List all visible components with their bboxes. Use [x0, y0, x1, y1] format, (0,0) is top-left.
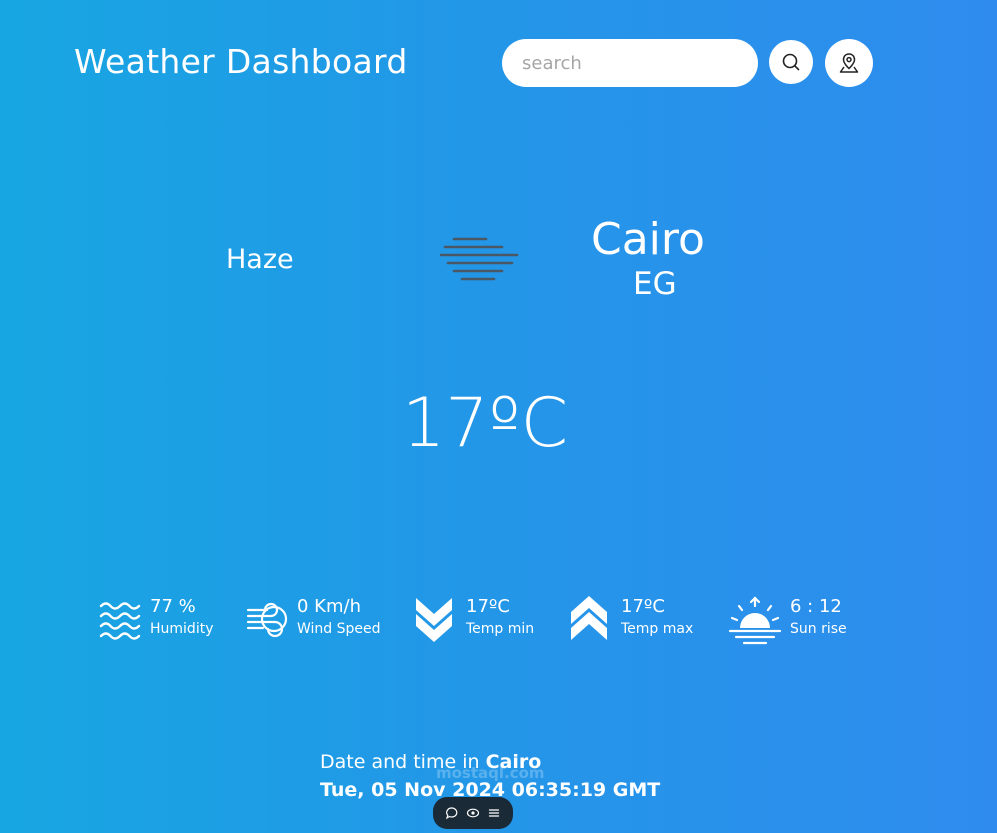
location-pin-icon — [839, 53, 859, 73]
comment-icon[interactable] — [445, 806, 459, 820]
temp-max-icon — [571, 596, 607, 640]
app-title: Weather Dashboard — [74, 42, 408, 81]
city-name: Cairo — [591, 214, 705, 265]
menu-icon[interactable] — [487, 806, 501, 820]
stat-wind-speed: 0 Km/h Wind Speed — [245, 596, 381, 642]
temp-min-value: 17ºC — [466, 596, 510, 617]
stat-humidity: 77 % Humidity — [98, 596, 213, 642]
sunrise-icon — [728, 596, 782, 645]
haze-icon — [439, 236, 520, 290]
search-icon — [782, 53, 800, 71]
sunrise-value: 6 : 12 — [790, 596, 842, 617]
watermark: mostaql.com — [436, 764, 545, 782]
temp-max-label: Temp max — [621, 621, 694, 637]
temp-min-icon — [416, 598, 452, 642]
stat-sunrise: 6 : 12 Sun rise — [728, 596, 847, 648]
country-code: EG — [633, 266, 677, 302]
stat-temp-min: 17ºC Temp min — [414, 596, 534, 642]
location-button[interactable] — [825, 39, 873, 87]
stat-temp-max: 17ºC Temp max — [569, 596, 693, 642]
search-input[interactable] — [502, 39, 758, 87]
eye-icon[interactable] — [466, 806, 480, 820]
weather-condition: Haze — [226, 244, 294, 275]
humidity-label: Humidity — [150, 621, 214, 637]
wind-icon — [246, 602, 288, 638]
wind-speed-value: 0 Km/h — [297, 596, 361, 617]
floating-toolbar[interactable] — [433, 797, 513, 829]
temp-max-value: 17ºC — [621, 596, 665, 617]
wind-speed-label: Wind Speed — [297, 621, 381, 637]
current-temperature: 17ºC — [402, 384, 569, 463]
humidity-value: 77 % — [150, 596, 196, 617]
search-button[interactable] — [769, 40, 813, 84]
temp-min-label: Temp min — [466, 621, 535, 637]
sunrise-label: Sun rise — [790, 621, 847, 637]
humidity-icon — [99, 602, 141, 640]
